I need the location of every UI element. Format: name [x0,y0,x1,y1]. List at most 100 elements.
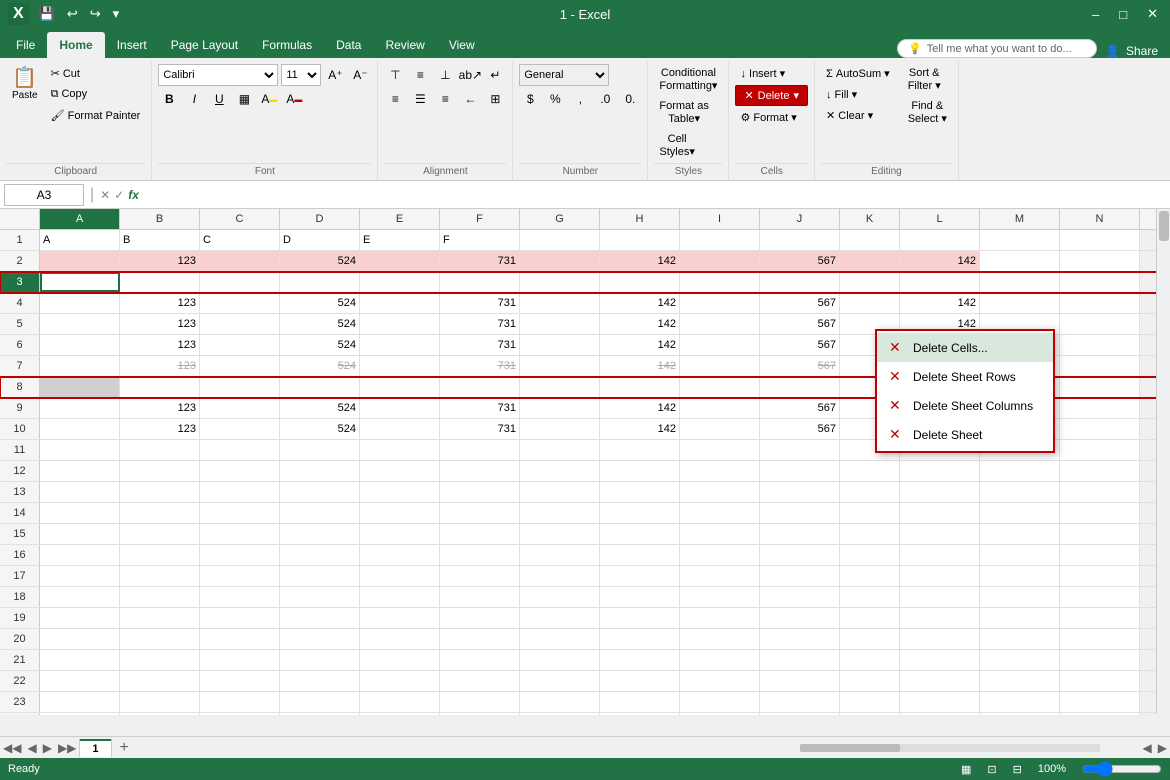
cell-N15[interactable] [1060,524,1140,544]
cell-J12[interactable] [760,461,840,481]
cell-I19[interactable] [680,608,760,628]
cell-F13[interactable] [440,482,520,502]
row-num-12[interactable]: 12 [0,461,40,481]
cell-H5[interactable]: 142 [600,314,680,334]
col-header-D[interactable]: D [280,209,360,229]
cell-I1[interactable] [680,230,760,250]
format-as-table-button[interactable]: Format asTable▾ [654,97,722,128]
col-header-M[interactable]: M [980,209,1060,229]
cell-H20[interactable] [600,629,680,649]
cell-H13[interactable] [600,482,680,502]
cell-K22[interactable] [840,671,900,691]
cell-H2[interactable]: 142 [600,251,680,271]
bold-button[interactable]: B [158,88,180,110]
sheet-tab-1[interactable]: 1 [79,739,111,757]
cell-D22[interactable] [280,671,360,691]
cell-I15[interactable] [680,524,760,544]
cell-J18[interactable] [760,587,840,607]
view-normal-icon[interactable]: ▦ [961,763,971,776]
cell-G9[interactable] [520,398,600,418]
align-middle-button[interactable]: ≡ [409,64,431,86]
cell-J24[interactable] [760,713,840,715]
cell-B16[interactable] [120,545,200,565]
font-name-select[interactable]: Calibri [158,64,278,86]
increase-font-button[interactable]: A⁺ [324,64,346,86]
cell-B12[interactable] [120,461,200,481]
cell-G12[interactable] [520,461,600,481]
row-num-8[interactable]: 8 [0,377,40,397]
col-header-J[interactable]: J [760,209,840,229]
cell-H18[interactable] [600,587,680,607]
name-box[interactable] [4,184,84,206]
cell-M24[interactable] [980,713,1060,715]
cell-D8[interactable] [280,377,360,397]
cut-button[interactable]: ✂ Cut [46,64,146,83]
cell-E2[interactable] [360,251,440,271]
cell-C6[interactable] [200,335,280,355]
cell-I13[interactable] [680,482,760,502]
cell-N7[interactable] [1060,356,1140,376]
col-header-K[interactable]: K [840,209,900,229]
cell-A4[interactable] [40,293,120,313]
cell-H16[interactable] [600,545,680,565]
cell-N2[interactable] [1060,251,1140,271]
cell-D7[interactable]: 524 [280,356,360,376]
cell-B8[interactable] [120,377,200,397]
row-num-5[interactable]: 5 [0,314,40,334]
cell-M1[interactable] [980,230,1060,250]
cell-E15[interactable] [360,524,440,544]
cell-B14[interactable] [120,503,200,523]
decrease-decimal-button[interactable]: 0. [619,88,641,110]
cell-E12[interactable] [360,461,440,481]
cell-J4[interactable]: 567 [760,293,840,313]
row-num-6[interactable]: 6 [0,335,40,355]
fill-button[interactable]: ↓ Fill ▾ [821,85,895,104]
cell-N20[interactable] [1060,629,1140,649]
save-button[interactable]: 💾 [35,4,59,24]
cell-E23[interactable] [360,692,440,712]
cell-B22[interactable] [120,671,200,691]
cell-N23[interactable] [1060,692,1140,712]
merge-center-button[interactable]: ⊞ [484,88,506,110]
cell-F8[interactable] [440,377,520,397]
cell-K2[interactable] [840,251,900,271]
cell-E4[interactable] [360,293,440,313]
row-num-21[interactable]: 21 [0,650,40,670]
scroll-left-button[interactable]: ◀◀ [0,741,24,755]
cell-D23[interactable] [280,692,360,712]
formula-input[interactable] [143,188,1166,202]
cell-J13[interactable] [760,482,840,502]
cell-D3[interactable] [280,272,360,292]
cell-I23[interactable] [680,692,760,712]
font-color-button[interactable]: A▬ [283,88,305,110]
undo-button[interactable]: ↩ [63,4,82,24]
tab-insert[interactable]: Insert [105,32,159,58]
cell-M15[interactable] [980,524,1060,544]
scroll-next-button[interactable]: ▶ [40,741,55,755]
cell-C17[interactable] [200,566,280,586]
col-header-E[interactable]: E [360,209,440,229]
cell-G1[interactable] [520,230,600,250]
cell-J6[interactable]: 567 [760,335,840,355]
format-cells-button[interactable]: ⚙ Format ▾ [735,108,808,127]
cell-C24[interactable] [200,713,280,715]
cell-L23[interactable] [900,692,980,712]
cell-I14[interactable] [680,503,760,523]
cell-E24[interactable] [360,713,440,715]
tab-view[interactable]: View [437,32,487,58]
cell-I21[interactable] [680,650,760,670]
cell-F12[interactable] [440,461,520,481]
cell-L18[interactable] [900,587,980,607]
cell-H1[interactable] [600,230,680,250]
cell-C3[interactable] [200,272,280,292]
cell-H7[interactable]: 142 [600,356,680,376]
cell-J17[interactable] [760,566,840,586]
align-right-button[interactable]: ≡ [434,88,456,110]
cell-F16[interactable] [440,545,520,565]
cell-D21[interactable] [280,650,360,670]
find-select-button[interactable]: Find &Select ▾ [903,97,952,128]
cell-G2[interactable] [520,251,600,271]
view-layout-icon[interactable]: ⊡ [987,763,996,776]
cell-J5[interactable]: 567 [760,314,840,334]
cell-N10[interactable] [1060,419,1140,439]
